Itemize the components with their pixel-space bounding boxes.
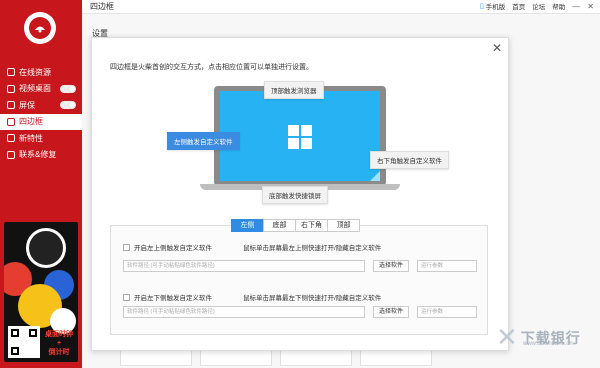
wrench-icon	[7, 150, 15, 159]
video-icon	[7, 84, 15, 93]
edge-tabs: 左侧 底部 右下角 顶部	[231, 219, 360, 232]
title-bar: 四边框 ▯ 手机版 首页 论坛 帮助 — ✕	[82, 0, 600, 14]
select-software-button[interactable]: 选择软件	[373, 306, 409, 318]
clock-icon	[26, 228, 66, 268]
sidebar-item-label: 屏保	[19, 100, 35, 110]
laptop-screen	[220, 91, 380, 181]
phone-icon: ▯	[479, 3, 484, 10]
checkbox-label: 开启左下侧触发自定义软件	[134, 295, 212, 302]
screensaver-toggle[interactable]	[60, 101, 76, 109]
app-logo	[24, 12, 56, 44]
four-edges-settings-dialog: ✕ 四边框是火柴首创的交互方式，点击相应位置可以单独进行设置。 顶部触发浏览器 …	[91, 37, 509, 351]
sidebar-item-label: 四边框	[19, 117, 43, 126]
checkbox[interactable]	[123, 293, 130, 301]
sidebar-item-label: 视频桌面	[19, 84, 51, 93]
sidebar-item-label: 新特性	[19, 133, 43, 143]
checkbox-label: 开启左上侧触发自定义软件	[134, 245, 212, 252]
software-path-input[interactable]: 软件路径 (可手动粘贴绿色软件路径)	[123, 306, 365, 318]
resource-icon	[7, 68, 15, 76]
sidebar: 在线资源 视频桌面 屏保 四边框 新特性 联系&修复 桌面时钟 + 倒计时	[0, 0, 82, 368]
tab-top[interactable]: 顶部	[327, 219, 360, 232]
screensaver-icon	[7, 101, 15, 109]
sidebar-item-four-edges[interactable]: 四边框	[0, 113, 82, 130]
sidebar-item-screensaver[interactable]: 屏保	[0, 97, 82, 113]
bottom-trigger-callout[interactable]: 底部触发快捷锁屏	[262, 186, 328, 204]
run-params-input[interactable]: 运行参数	[417, 306, 477, 318]
bottom-right-trigger-callout[interactable]: 右下角触发自定义软件	[370, 151, 449, 169]
run-params-input[interactable]: 运行参数	[417, 260, 477, 272]
sidebar-item-online-resources[interactable]: 在线资源	[0, 64, 82, 80]
dialog-close-button[interactable]: ✕	[492, 41, 502, 55]
window-title: 四边框	[90, 2, 114, 11]
sidebar-item-label: 联系&修复	[19, 150, 57, 159]
dialog-intro: 四边框是火柴首创的交互方式，点击相应位置可以单独进行设置。	[110, 64, 313, 71]
help-link[interactable]: 帮助	[552, 1, 565, 11]
settings-panel: 开启左上侧触发自定义软件 鼠标单击屏幕最左上侧快速打开/隐藏自定义软件 软件路径…	[110, 225, 488, 335]
promo-banner[interactable]: 桌面时钟 + 倒计时	[4, 222, 78, 362]
select-software-button[interactable]: 选择软件	[373, 260, 409, 272]
sidebar-nav: 在线资源 视频桌面 屏保 四边框 新特性 联系&修复	[0, 64, 82, 163]
video-desktop-toggle[interactable]	[60, 84, 76, 93]
left-trigger-callout[interactable]: 左侧触发自定义软件	[167, 132, 240, 150]
watermark-site: www.downbank.cn	[523, 341, 573, 347]
frame-icon	[7, 117, 15, 126]
gift-icon	[7, 134, 15, 142]
sidebar-item-new-features[interactable]: 新特性	[0, 130, 82, 146]
watermark: ✕ 下载银行 www.downbank.cn	[496, 322, 581, 353]
qr-code-icon	[8, 326, 40, 358]
top-trigger-callout[interactable]: 顶部触发浏览器	[264, 81, 324, 99]
tab-left[interactable]: 左侧	[231, 219, 264, 232]
forum-link[interactable]: 论坛	[532, 1, 545, 11]
tab-bottom-right[interactable]: 右下角	[295, 219, 328, 232]
checkbox[interactable]	[123, 243, 130, 251]
row-top-left-checkbox[interactable]: 开启左上侧触发自定义软件	[123, 242, 212, 252]
corner-fold-icon	[370, 171, 380, 181]
laptop-illustration	[214, 86, 386, 186]
home-link[interactable]: 首页	[512, 1, 525, 11]
match-logo-icon	[29, 17, 51, 39]
promo-text: 桌面时钟 + 倒计时	[45, 331, 73, 356]
sidebar-item-video-desktop[interactable]: 视频桌面	[0, 81, 82, 97]
watermark-logo-icon: ✕	[496, 322, 518, 352]
title-bar-links: ▯ 手机版 首页 论坛 帮助 — ✕	[473, 1, 594, 12]
mobile-version-link[interactable]: 手机版	[486, 1, 506, 11]
sidebar-item-contact-repair[interactable]: 联系&修复	[0, 147, 82, 163]
row-bottom-left-checkbox[interactable]: 开启左下侧触发自定义软件	[123, 292, 212, 302]
minimize-button[interactable]: —	[572, 2, 580, 11]
sidebar-item-label: 在线资源	[19, 67, 51, 77]
tab-bottom[interactable]: 底部	[263, 219, 296, 232]
software-path-input[interactable]: 软件路径 (可手动粘贴绿色软件路径)	[123, 260, 365, 272]
windows-icon	[288, 125, 312, 149]
close-window-button[interactable]: ✕	[587, 2, 594, 11]
row-hint: 鼠标单击屏幕最左上侧快速打开/隐藏自定义软件	[243, 245, 382, 252]
row-hint: 鼠标单击屏幕最左下侧快速打开/隐藏自定义软件	[243, 295, 382, 302]
